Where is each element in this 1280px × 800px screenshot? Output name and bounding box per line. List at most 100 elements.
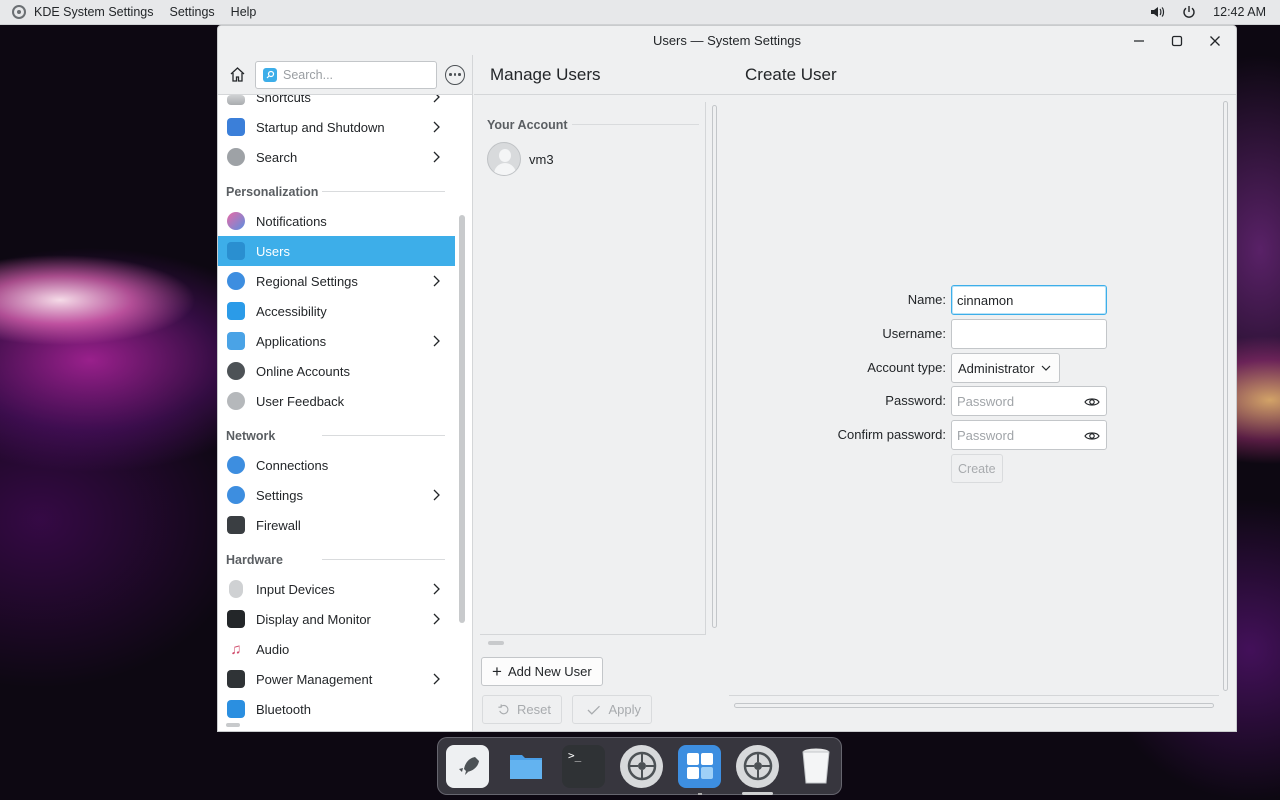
display-icon xyxy=(227,610,245,628)
sidebar-item-startup-and-shutdown[interactable]: Startup and Shutdown xyxy=(218,112,455,142)
applications-icon xyxy=(227,332,245,350)
window-title: Users — System Settings xyxy=(652,33,802,48)
create-button[interactable]: Create xyxy=(951,454,1003,483)
name-label: Name: xyxy=(907,292,946,307)
globe-icon xyxy=(227,272,245,290)
sidebar-horizontal-scrollbar[interactable] xyxy=(226,723,240,727)
sidebar-item-notifications[interactable]: Notifications xyxy=(218,206,455,236)
minimize-button[interactable] xyxy=(1124,29,1154,53)
sidebar-toolbar xyxy=(218,55,472,95)
keyboard-icon xyxy=(227,95,245,105)
form-scrollbar[interactable] xyxy=(1223,101,1228,691)
username-input[interactable] xyxy=(957,326,1077,342)
create-user-pane: Create User Name: Username: Account type… xyxy=(729,55,1236,731)
clock[interactable]: 12:42 AM xyxy=(1213,5,1266,19)
search-input[interactable] xyxy=(283,67,423,82)
trash-icon[interactable] xyxy=(794,745,837,788)
sidebar-list: Shortcuts Startup and Shutdown Search Pe… xyxy=(218,95,455,731)
volume-icon[interactable] xyxy=(1149,4,1165,20)
password-input[interactable] xyxy=(957,393,1077,409)
launcher-icon[interactable] xyxy=(446,744,489,788)
section-hardware: Hardware xyxy=(218,540,455,574)
account-type-dropdown[interactable]: Administrator xyxy=(951,353,1060,383)
firewall-icon xyxy=(227,516,245,534)
close-button[interactable] xyxy=(1200,29,1230,53)
settings-icon[interactable] xyxy=(620,744,663,788)
chevron-right-icon xyxy=(433,95,440,103)
sidebar-item-display-and-monitor[interactable]: Display and Monitor xyxy=(218,604,455,634)
startup-icon xyxy=(227,118,245,136)
title-bar[interactable]: Users — System Settings xyxy=(218,26,1236,55)
feedback-icon xyxy=(227,392,245,410)
terminal-icon[interactable]: >_ xyxy=(562,744,605,788)
menu-settings[interactable]: Settings xyxy=(170,5,215,19)
mouse-icon xyxy=(229,580,243,598)
account-item-vm3[interactable]: vm3 xyxy=(487,142,554,176)
accessibility-icon xyxy=(227,302,245,320)
sidebar-item-regional-settings[interactable]: Regional Settings xyxy=(218,266,455,296)
bluetooth-icon xyxy=(227,700,245,718)
more-options-icon[interactable] xyxy=(445,64,465,85)
accounts-horizontal-scrollbar[interactable] xyxy=(488,641,504,645)
plus-icon: + xyxy=(492,662,502,681)
account-type-label: Account type: xyxy=(867,360,946,375)
confirm-password-label: Confirm password: xyxy=(837,427,946,442)
add-new-user-button[interactable]: + Add New User xyxy=(481,657,603,686)
sidebar-item-search[interactable]: Search xyxy=(218,142,455,172)
search-field[interactable] xyxy=(255,60,437,89)
sidebar-item-firewall[interactable]: Firewall xyxy=(218,510,455,540)
sidebar-item-accessibility[interactable]: Accessibility xyxy=(218,296,455,326)
show-password-icon[interactable] xyxy=(1084,428,1100,444)
show-password-icon[interactable] xyxy=(1084,394,1100,410)
section-network: Network xyxy=(218,416,455,450)
sidebar-item-network-settings[interactable]: Settings xyxy=(218,480,455,510)
system-settings-icon[interactable] xyxy=(736,744,779,795)
name-input[interactable] xyxy=(957,292,1077,308)
chevron-right-icon xyxy=(433,613,440,625)
reset-button[interactable]: Reset xyxy=(482,695,562,724)
account-name: vm3 xyxy=(529,151,554,167)
sidebar-item-power-management[interactable]: Power Management xyxy=(218,664,455,694)
sidebar-item-bluetooth[interactable]: Bluetooth xyxy=(218,694,455,724)
chevron-right-icon xyxy=(433,673,440,685)
undo-icon xyxy=(498,704,509,715)
confirm-password-field[interactable] xyxy=(951,420,1107,450)
sidebar-item-user-feedback[interactable]: User Feedback xyxy=(218,386,455,416)
sidebar-item-applications[interactable]: Applications xyxy=(218,326,455,356)
files-icon[interactable] xyxy=(504,745,547,788)
sidebar-item-shortcuts[interactable]: Shortcuts xyxy=(218,95,455,112)
checkmark-icon xyxy=(587,705,600,715)
network-settings-icon xyxy=(227,486,245,504)
username-field[interactable] xyxy=(951,319,1107,349)
confirm-password-input[interactable] xyxy=(957,427,1077,443)
calculator-icon[interactable] xyxy=(678,744,721,795)
sidebar-item-audio[interactable]: ♫ Audio xyxy=(218,634,455,664)
sidebar-item-connections[interactable]: Connections xyxy=(218,450,455,480)
section-personalization: Personalization xyxy=(218,172,455,206)
maximize-button[interactable] xyxy=(1162,29,1192,53)
sidebar-item-input-devices[interactable]: Input Devices xyxy=(218,574,455,604)
avatar xyxy=(487,142,521,176)
password-field[interactable] xyxy=(951,386,1107,416)
notifications-icon xyxy=(227,212,245,230)
sidebar-item-online-accounts[interactable]: Online Accounts xyxy=(218,356,455,386)
search-settings-icon xyxy=(227,148,245,166)
name-field[interactable] xyxy=(951,285,1107,315)
chevron-right-icon xyxy=(433,335,440,347)
sidebar-item-users[interactable]: Users xyxy=(218,236,455,266)
power-icon[interactable] xyxy=(1181,4,1197,20)
manage-users-pane: Manage Users Your Account vm3 + Add New … xyxy=(474,55,729,731)
chevron-right-icon xyxy=(433,275,440,287)
form-horizontal-scrollbar[interactable] xyxy=(734,703,1214,708)
apply-button[interactable]: Apply xyxy=(572,695,652,724)
accounts-scrollbar[interactable] xyxy=(712,105,717,628)
sidebar-scrollbar[interactable] xyxy=(459,215,465,623)
username-label: Username: xyxy=(882,326,946,341)
app-settings-icon xyxy=(12,5,26,19)
audio-icon: ♫ xyxy=(230,640,242,658)
menu-app-name[interactable]: KDE System Settings xyxy=(34,5,154,19)
search-icon xyxy=(263,67,277,82)
online-accounts-icon xyxy=(227,362,245,380)
menu-help[interactable]: Help xyxy=(231,5,257,19)
home-button[interactable] xyxy=(225,63,249,87)
